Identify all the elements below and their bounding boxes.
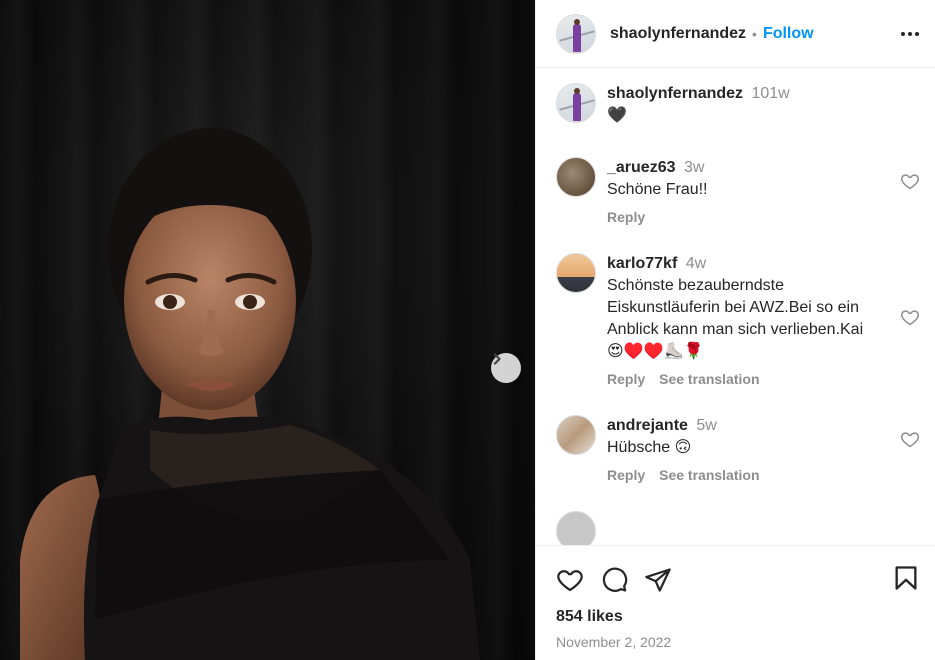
reply-button[interactable]: Reply: [607, 209, 645, 225]
more-options-icon[interactable]: [901, 26, 919, 42]
see-translation-button[interactable]: See translation: [659, 467, 759, 483]
commenter-username[interactable]: andrejante: [607, 417, 688, 434]
bookmark-icon: [895, 565, 917, 590]
caption: shaolynfernandez 101w 🖤: [556, 83, 920, 127]
comment-text: Schönste bezauberndste Eiskunstläuferin …: [607, 277, 864, 360]
next-photo-button[interactable]: [491, 353, 521, 383]
caption-text: 🖤: [607, 107, 627, 124]
post-header: shaolynfernandez • Follow: [536, 0, 935, 68]
save-button[interactable]: [892, 564, 920, 592]
comment-button[interactable]: [600, 566, 628, 594]
comment-time[interactable]: 3w: [684, 159, 704, 176]
comment-like-heart-icon[interactable]: [900, 307, 920, 327]
post-photo[interactable]: [0, 0, 535, 660]
comment-item: _aruez63 3w Schöne Frau!! Reply: [556, 157, 920, 225]
separator-dot: •: [752, 25, 757, 42]
commenter-username[interactable]: _aruez63: [607, 159, 676, 176]
reply-button[interactable]: Reply: [607, 467, 645, 483]
commenter-avatar[interactable]: [556, 157, 596, 197]
caption-username[interactable]: shaolynfernandez: [607, 85, 743, 102]
commenter-avatar[interactable]: [556, 253, 596, 293]
share-button[interactable]: [644, 566, 672, 594]
post-action-bar: 854 likes November 2, 2022: [536, 545, 935, 660]
comment-like-heart-icon[interactable]: [900, 429, 920, 449]
author-username[interactable]: shaolynfernandez: [610, 25, 746, 43]
author-avatar[interactable]: [556, 13, 596, 54]
comment-time[interactable]: 5w: [696, 417, 716, 434]
chevron-right-icon: [493, 353, 501, 365]
commenter-username[interactable]: karlo77kf: [607, 255, 677, 272]
commenter-avatar[interactable]: [556, 415, 596, 455]
comments-list[interactable]: shaolynfernandez 101w 🖤 _aruez63 3w Schö…: [536, 69, 935, 545]
comment-item: andrejante 5w Hübsche 🙃 Reply See transl…: [556, 415, 920, 483]
comment-time[interactable]: 4w: [686, 255, 706, 272]
post-side-panel: shaolynfernandez • Follow shaolynfernand…: [535, 0, 935, 660]
reply-button[interactable]: Reply: [607, 371, 645, 387]
comment-text: Schöne Frau!!: [607, 181, 708, 198]
like-button[interactable]: [556, 566, 584, 594]
caption-time[interactable]: 101w: [751, 85, 789, 102]
post-date[interactable]: November 2, 2022: [556, 634, 920, 650]
paper-plane-icon: [645, 568, 671, 592]
comment-like-heart-icon[interactable]: [900, 171, 920, 191]
heart-icon: [557, 570, 583, 592]
portrait-illustration: [20, 128, 481, 660]
comment-item-partial: [556, 511, 920, 545]
comment-item: karlo77kf 4w Schönste bezauberndste Eisk…: [556, 253, 920, 387]
caption-avatar[interactable]: [556, 83, 596, 123]
comment-bubble-icon: [602, 567, 628, 592]
commenter-avatar[interactable]: [556, 511, 596, 545]
see-translation-button[interactable]: See translation: [659, 371, 759, 387]
likes-count[interactable]: 854 likes: [556, 608, 920, 626]
follow-button[interactable]: Follow: [763, 25, 814, 43]
comment-text: Hübsche 🙃: [607, 439, 692, 456]
